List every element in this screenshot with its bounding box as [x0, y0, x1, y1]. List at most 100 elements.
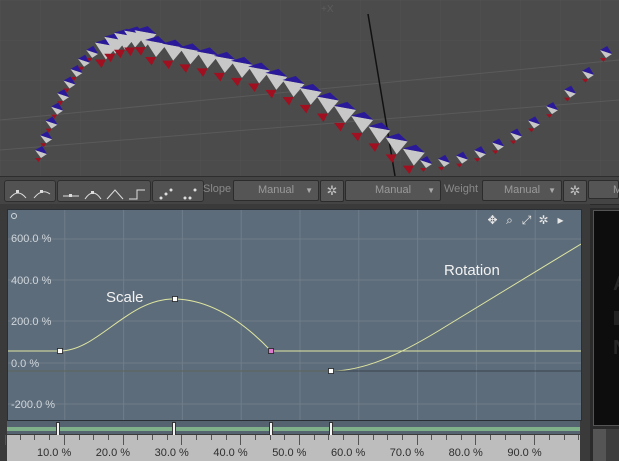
- ruler-tick: [475, 435, 477, 445]
- slope-gear-icon[interactable]: ✲: [320, 180, 344, 202]
- ruler-tick: [563, 435, 565, 440]
- chevron-down-icon: ▼: [548, 186, 556, 195]
- ruler-tick: [34, 435, 36, 440]
- ruler-tick: [181, 435, 183, 445]
- ruler-tick: [460, 435, 462, 440]
- gear-icon[interactable]: ✲: [535, 213, 552, 227]
- timeline-key[interactable]: [56, 422, 60, 436]
- fit-icon[interactable]: ⤢: [518, 213, 535, 228]
- x-tick-label: 30.0 %: [154, 447, 189, 459]
- x-tick-label: 10.0 %: [37, 447, 72, 459]
- ruler-tick: [240, 435, 242, 445]
- x-tick-label: 90.0 %: [507, 447, 542, 459]
- curve-graph[interactable]: 600.0 % 400.0 % 200.0 % 0.0 % -200.0 % S…: [7, 209, 582, 421]
- tangent-group-1: [4, 180, 56, 202]
- tangent-flat-icon[interactable]: [60, 184, 82, 204]
- viewport-scene: [0, 0, 619, 176]
- weight-select-2[interactable]: M: [588, 180, 619, 199]
- ruler-tick: [372, 435, 374, 440]
- keyframe-point: [268, 348, 274, 354]
- side-letter: A: [613, 273, 619, 296]
- ruler-tick: [19, 435, 21, 440]
- slope-select-2-value: Manual: [374, 184, 412, 196]
- weight-label: Weight: [444, 183, 479, 195]
- key-timeline[interactable]: [7, 421, 580, 436]
- timeline-key[interactable]: [269, 422, 273, 436]
- ruler-tick: [534, 435, 536, 445]
- unify-slope-icon[interactable]: [179, 184, 201, 204]
- ruler-tick: [49, 435, 51, 440]
- timeline-stripe: [7, 427, 580, 431]
- ruler-tick: [387, 435, 389, 440]
- x-tick-label: 40.0 %: [213, 447, 248, 459]
- tangent-group-2: [57, 180, 151, 202]
- ruler-tick: [343, 435, 345, 440]
- ruler-tick: [5, 435, 6, 445]
- keyframe-point: [57, 348, 63, 354]
- curve-label-rotation: Rotation: [444, 262, 500, 279]
- ruler-tick: [225, 435, 227, 440]
- ruler-tick: [548, 435, 550, 440]
- ruler-tick: [196, 435, 198, 440]
- ruler-tick: [431, 435, 433, 440]
- time-ruler[interactable]: 10.0 % 20.0 % 30.0 % 40.0 % 50.0 % 60.0 % 70.0…: [5, 435, 594, 461]
- tangent-smooth-icon[interactable]: [82, 184, 104, 204]
- side-preview-panel: A N: [590, 208, 619, 461]
- ruler-tick: [284, 435, 286, 440]
- timeline-key[interactable]: [329, 422, 333, 436]
- x-tick-label: 50.0 %: [272, 447, 307, 459]
- break-slope-icon[interactable]: [155, 184, 177, 204]
- ruler-tick: [519, 435, 521, 440]
- slope-select-2[interactable]: Manual ▼: [345, 180, 441, 201]
- y-tick-label: 400.0 %: [11, 275, 52, 287]
- play-icon[interactable]: ▸: [552, 213, 569, 227]
- ruler-tick: [504, 435, 506, 440]
- graph-editor: 600.0 % 400.0 % 200.0 % 0.0 % -200.0 % S…: [0, 204, 594, 461]
- ruler-tick: [313, 435, 315, 440]
- ruler-tick: [446, 435, 447, 440]
- graph-icon-bar: ✥ ⌕ ⤢ ✲ ▸: [484, 213, 569, 229]
- tangent-auto-icon[interactable]: [31, 184, 53, 204]
- tangent-peak-icon[interactable]: [104, 184, 126, 204]
- side-letter: N: [613, 337, 619, 360]
- ruler-tick: [122, 435, 124, 445]
- x-tick-label: 20.0 %: [95, 447, 131, 459]
- tangent-step-icon[interactable]: [126, 184, 148, 204]
- y-tick-label: 600.0 %: [11, 233, 52, 245]
- scale-curve: [8, 298, 581, 352]
- move-icon[interactable]: ✥: [484, 213, 501, 227]
- ruler-tick: [93, 435, 95, 440]
- weight-select-value: Manual: [503, 184, 541, 196]
- graph-toolbar: Slope Manual ▼ ✲ Manual ▼ Weight Manual …: [0, 176, 619, 205]
- 3d-viewport[interactable]: +X: [0, 0, 619, 176]
- graph-canvas[interactable]: [8, 210, 581, 420]
- weight-select[interactable]: Manual ▼: [482, 180, 562, 201]
- y-tick-label: -200.0 %: [11, 399, 56, 411]
- curve-label-scale: Scale: [106, 289, 144, 306]
- ruler-tick: [299, 435, 300, 445]
- x-tick-label: 60.0 %: [331, 447, 366, 459]
- ruler-tick: [269, 435, 271, 440]
- tangent-linear-in-icon[interactable]: [7, 184, 29, 204]
- ruler-tick: [210, 435, 212, 440]
- x-tick-label: 70.0 %: [389, 447, 425, 459]
- chevron-down-icon: ▼: [305, 186, 313, 195]
- timeline-key[interactable]: [172, 422, 176, 436]
- ruler-tick: [63, 435, 65, 445]
- keyframe-point: [172, 296, 178, 302]
- ruler-tick: [416, 435, 418, 445]
- slope-select-value: Manual: [257, 184, 295, 196]
- tangent-group-3: [152, 180, 204, 202]
- side-block: [614, 311, 619, 325]
- weight-select-2-value: M: [613, 184, 619, 196]
- ruler-tick: [490, 435, 492, 440]
- ruler-tick: [78, 435, 80, 440]
- slope-select[interactable]: Manual ▼: [233, 180, 319, 201]
- ruler-tick: [578, 435, 580, 440]
- preview-area: A N: [593, 210, 619, 426]
- ruler-tick: [357, 435, 359, 445]
- zoom-icon[interactable]: ⌕: [501, 213, 518, 228]
- ruler-tick: [328, 435, 330, 440]
- weight-gear-icon[interactable]: ✲: [563, 180, 587, 202]
- y-tick-label: 200.0 %: [11, 316, 52, 328]
